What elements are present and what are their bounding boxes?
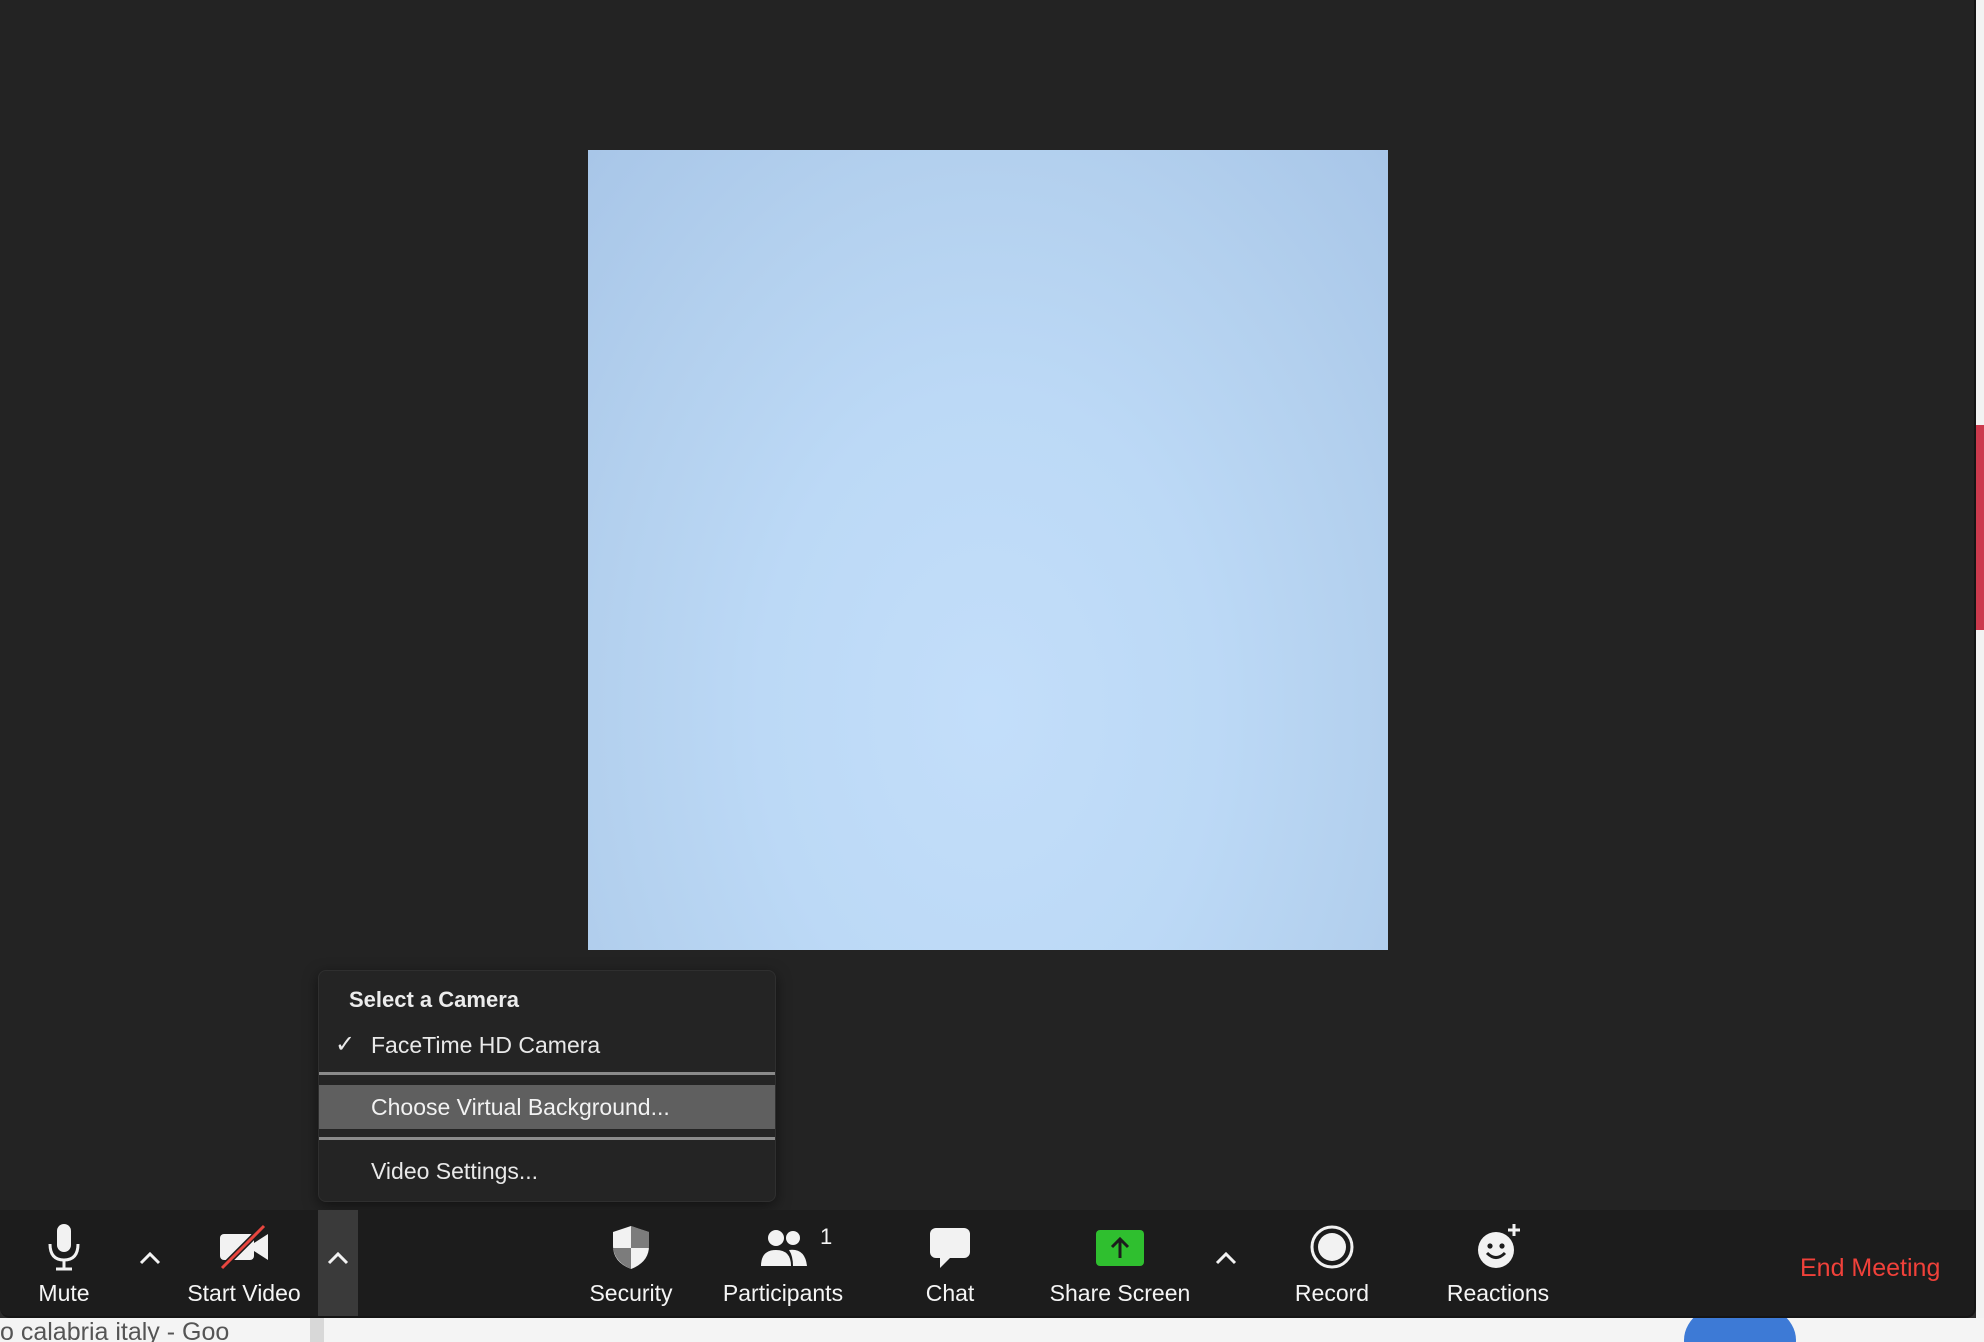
menu-heading: Select a Camera: [349, 987, 519, 1012]
background-divider: [310, 1318, 324, 1342]
start-video-label: Start Video: [187, 1280, 301, 1306]
shield-icon: [613, 1226, 649, 1269]
security-button[interactable]: Security: [576, 1210, 686, 1316]
camera-select-menu: Select a Camera ✓ FaceTime HD Camera Cho…: [318, 970, 776, 1202]
menu-separator: [319, 1137, 775, 1140]
participants-button[interactable]: 1 Participants: [712, 1210, 854, 1316]
share-screen-button[interactable]: Share Screen: [1040, 1210, 1200, 1316]
background-window-edge: [1976, 0, 1984, 1342]
chevron-up-icon: [327, 1251, 349, 1265]
smiley-plus-icon: [1478, 1224, 1520, 1268]
self-video-tile: [588, 150, 1388, 950]
mute-label: Mute: [38, 1280, 90, 1306]
chat-label: Chat: [925, 1280, 975, 1306]
chat-button[interactable]: Chat: [900, 1210, 1000, 1316]
record-icon: [1310, 1225, 1354, 1269]
security-label: Security: [589, 1280, 673, 1306]
record-label: Record: [1294, 1280, 1370, 1306]
record-button[interactable]: Record: [1280, 1210, 1384, 1316]
start-video-button[interactable]: Start Video: [176, 1210, 312, 1316]
mute-button[interactable]: Mute: [14, 1210, 114, 1316]
reactions-button[interactable]: Reactions: [1430, 1210, 1566, 1316]
share-screen-icon: [1096, 1230, 1144, 1266]
audio-options-caret[interactable]: [130, 1210, 170, 1316]
chat-bubble-icon: [930, 1228, 970, 1268]
menu-item-video-settings[interactable]: Video Settings...: [319, 1149, 775, 1193]
menu-item-label: Video Settings...: [371, 1158, 539, 1184]
video-options-caret[interactable]: [318, 1210, 358, 1316]
participants-count-badge: 1: [820, 1224, 833, 1249]
screen: o calabria italy - Goo Select a Camera ✓…: [0, 0, 1984, 1342]
menu-item-facetime-camera[interactable]: ✓ FaceTime HD Camera: [319, 1023, 775, 1067]
chevron-up-icon: [139, 1251, 161, 1265]
background-window-red-element: [1976, 425, 1984, 630]
video-off-icon: [219, 1223, 268, 1271]
reactions-label: Reactions: [1446, 1280, 1550, 1306]
people-icon: [761, 1230, 807, 1266]
end-meeting-button[interactable]: End Meeting: [1800, 1210, 1940, 1316]
participants-label: Participants: [722, 1280, 844, 1306]
chevron-up-icon: [1215, 1251, 1237, 1265]
checkmark-icon: ✓: [335, 1031, 356, 1058]
menu-item-label: Choose Virtual Background...: [371, 1094, 670, 1120]
zoom-meeting-window: Select a Camera ✓ FaceTime HD Camera Cho…: [0, 0, 1976, 1318]
share-options-caret[interactable]: [1206, 1210, 1246, 1316]
share-screen-label: Share Screen: [1049, 1280, 1191, 1306]
microphone-icon: [48, 1224, 80, 1271]
menu-separator: [319, 1072, 775, 1075]
menu-item-label: FaceTime HD Camera: [371, 1032, 601, 1058]
background-tab-title[interactable]: o calabria italy - Goo: [0, 1318, 229, 1342]
meeting-toolbar: Mute Start Video Security 1 Participants…: [0, 1210, 1974, 1316]
menu-item-virtual-background[interactable]: Choose Virtual Background...: [319, 1085, 775, 1129]
